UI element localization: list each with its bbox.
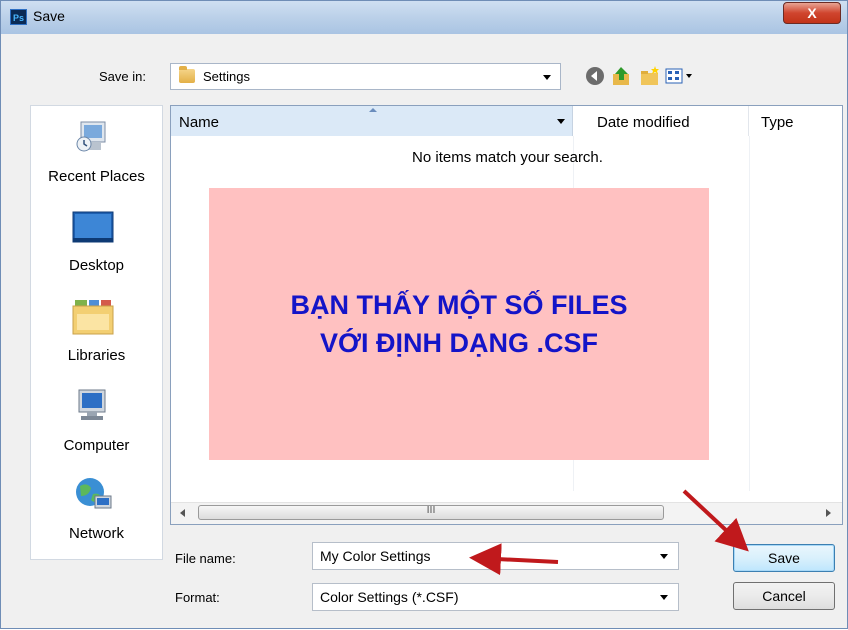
column-filter-chevron-icon[interactable] (557, 119, 565, 124)
cancel-button[interactable]: Cancel (733, 582, 835, 610)
overlay-text-line-1: BẠN THẤY MỘT SỐ FILES (290, 290, 628, 320)
place-recent-places[interactable]: Recent Places (31, 112, 162, 200)
place-label: Network (68, 525, 124, 542)
sort-ascending-icon (369, 108, 377, 112)
column-divider (749, 136, 750, 491)
column-header-type[interactable]: Type (749, 106, 842, 136)
save-dialog: Ps Save X Save in: Settings Recent Place… (0, 0, 848, 629)
network-icon (76, 478, 112, 509)
annotation-overlay-box: BẠN THẤY MỘT SỐ FILES VỚI ĐỊNH DẠNG .CSF (209, 188, 709, 460)
empty-results-message: No items match your search. (412, 149, 603, 166)
chevron-down-icon[interactable] (660, 595, 668, 600)
dialog-title: Save (33, 8, 65, 24)
place-label: Recent Places (48, 168, 145, 185)
file-name-value: My Color Settings (320, 548, 431, 564)
column-header-date-modified[interactable]: Date modified (573, 106, 749, 136)
save-button[interactable]: Save (733, 544, 835, 572)
file-name-label: File name: (175, 551, 236, 566)
column-header-name[interactable]: Name (171, 106, 573, 136)
libraries-icon (72, 300, 114, 335)
scroll-right-arrow-icon[interactable] (826, 509, 831, 517)
scrollbar-thumb[interactable]: III (198, 505, 664, 520)
places-bar: Recent Places Desktop Libraries Computer… (30, 105, 163, 560)
place-desktop[interactable]: Desktop (31, 202, 162, 290)
format-value: Color Settings (*.CSF) (320, 589, 459, 605)
title-bar[interactable]: Ps Save X (1, 1, 847, 34)
scroll-left-arrow-icon[interactable] (180, 509, 185, 517)
horizontal-scrollbar[interactable]: III (171, 502, 842, 524)
overlay-text-line-2: VỚI ĐỊNH DẠNG .CSF (319, 328, 599, 358)
file-list[interactable]: Name Date modified Type No items match y… (170, 105, 843, 525)
place-label: Computer (63, 437, 130, 454)
format-select[interactable]: Color Settings (*.CSF) (312, 583, 679, 611)
back-icon[interactable] (584, 65, 606, 87)
place-label: Libraries (67, 347, 126, 364)
save-in-label: Save in: (99, 69, 146, 84)
chevron-down-icon (543, 75, 551, 80)
place-computer[interactable]: Computer (31, 382, 162, 470)
place-network[interactable]: Network (31, 470, 162, 558)
new-folder-icon[interactable] (639, 65, 661, 87)
recent-places-icon (76, 121, 106, 152)
close-button[interactable]: X (783, 2, 841, 24)
view-menu-icon[interactable] (665, 65, 695, 87)
folder-icon (179, 66, 195, 83)
computer-icon (78, 389, 106, 420)
save-in-dropdown[interactable]: Settings (170, 63, 561, 90)
column-name-label: Name (179, 114, 220, 131)
format-label: Format: (175, 590, 220, 605)
file-name-input[interactable]: My Color Settings (312, 542, 679, 570)
place-libraries[interactable]: Libraries (31, 292, 162, 380)
place-label: Desktop (68, 257, 125, 274)
up-folder-icon[interactable] (611, 65, 633, 87)
desktop-icon (72, 211, 114, 243)
chevron-down-icon[interactable] (660, 554, 668, 559)
save-in-value: Settings (203, 69, 250, 84)
photoshop-app-icon: Ps (10, 9, 27, 25)
